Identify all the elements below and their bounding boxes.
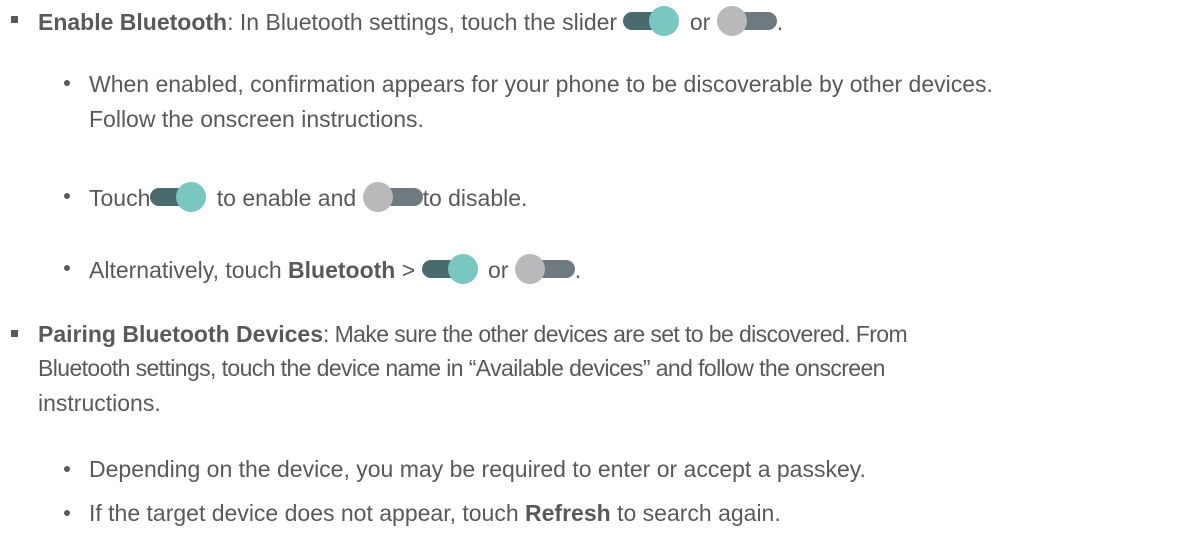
toggle-off-icon (514, 254, 575, 284)
bullet-dot (64, 265, 70, 271)
toggle-off-icon (716, 6, 777, 36)
subitem-text: Depending on the device, you may be requ… (89, 456, 866, 482)
bullet-square (11, 16, 18, 23)
arrow-text: > (401, 257, 416, 283)
item-text-cont: instructions. (38, 390, 161, 416)
item-text: : In Bluetooth settings, touch the slide… (227, 9, 624, 35)
bluetooth-bold: Bluetooth (288, 257, 396, 283)
or-text: or (689, 9, 711, 35)
enable-text: to enable and (216, 185, 357, 211)
touch-text: Touch (89, 185, 151, 211)
bullet-square (11, 330, 18, 337)
toggle-on-icon (421, 254, 482, 284)
period-text: . (776, 9, 784, 35)
item-pairing: Pairing Bluetooth Devices: Make sure the… (38, 320, 908, 348)
item-enable-bluetooth: Enable Bluetooth: In Bluetooth settings,… (38, 6, 783, 36)
subitem-touch: Touch to enable and to disable. (89, 182, 527, 212)
toggle-off-icon (362, 182, 423, 212)
item-title: Enable Bluetooth (38, 9, 228, 35)
disable-text: to disable. (422, 185, 528, 211)
subitem-text-cont: Follow the onscreen instructions. (89, 106, 424, 132)
toggle-on-icon (150, 182, 210, 212)
period-text: . (574, 257, 582, 283)
bullet-dot (64, 80, 70, 86)
subitem-text: When enabled, confirmation appears for y… (89, 71, 993, 97)
bullet-dot (64, 510, 70, 516)
subitem-alternatively: Alternatively, touch Bluetooth > or . (89, 254, 581, 284)
refresh-bold: Refresh (525, 500, 611, 526)
toggle-on-icon (623, 6, 683, 36)
subitem-refresh: If the target device does not appear, to… (89, 499, 781, 527)
subitem-prefix: Alternatively, touch (89, 257, 289, 283)
item-title: Pairing Bluetooth Devices (38, 321, 324, 347)
subitem-prefix: If the target device does not appear, to… (89, 500, 526, 526)
subitem-suffix: to search again. (610, 500, 781, 526)
bullet-dot (64, 193, 70, 199)
bullet-dot (64, 466, 70, 472)
or-text: or (487, 257, 509, 283)
item-text-cont: Bluetooth settings, touch the device nam… (38, 355, 885, 381)
item-text: : Make sure the other devices are set to… (323, 321, 908, 347)
